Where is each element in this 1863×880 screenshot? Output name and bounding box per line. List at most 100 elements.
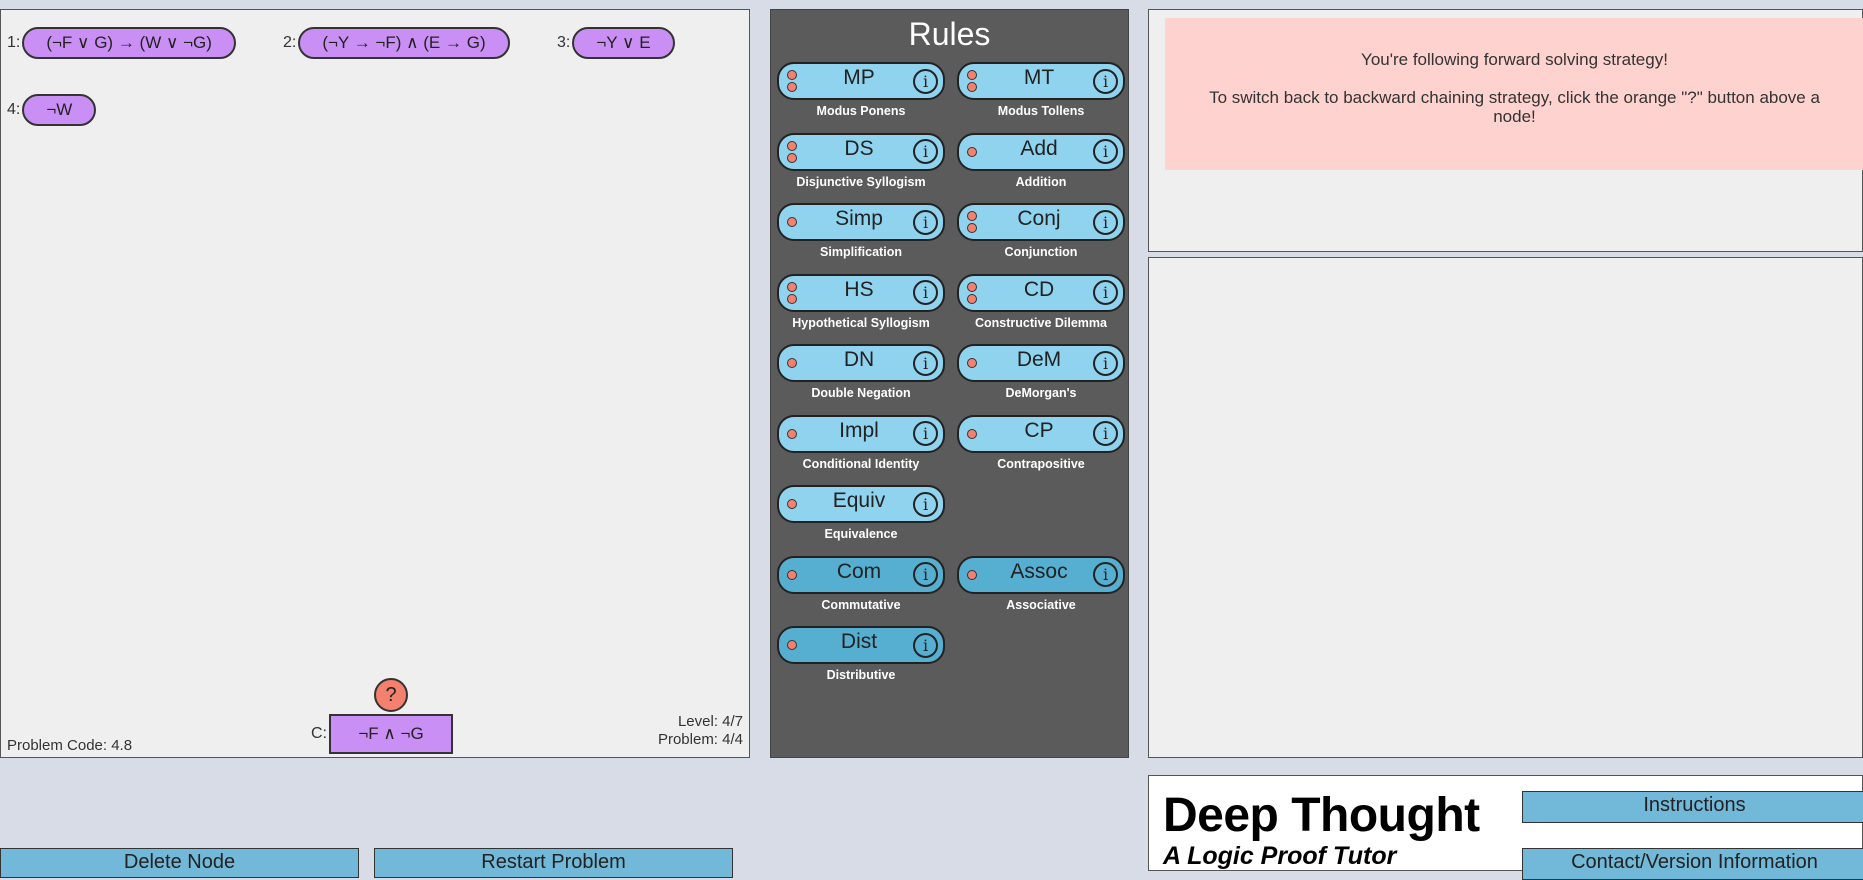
input-dot-icon <box>967 82 977 92</box>
info-icon[interactable]: i <box>913 209 938 235</box>
rule-input-dots <box>779 639 805 651</box>
rule-button[interactable]: Impl i <box>777 414 945 453</box>
info-icon[interactable]: i <box>913 350 938 376</box>
rule-abbreviation: MT <box>1023 66 1055 89</box>
premise-node-4[interactable]: 4: ¬W <box>7 94 97 126</box>
rule-abbreviation: HS <box>844 277 874 301</box>
rule-com[interactable]: Com i Commutative <box>777 555 945 612</box>
brand-title: Deep Thought <box>1163 789 1480 842</box>
rule-full-name: Constructive Dilemma <box>975 315 1107 330</box>
rule-button[interactable]: DeM i <box>957 344 1125 382</box>
input-dot-icon <box>787 640 797 650</box>
delete-node-button[interactable]: Delete Node <box>0 848 359 878</box>
help-question-button[interactable]: ? <box>374 678 408 712</box>
info-icon[interactable]: i <box>1093 562 1118 587</box>
input-dot-icon <box>787 82 797 92</box>
node-formula[interactable]: (¬Y → ¬F) ∧ (E → G) <box>298 27 510 59</box>
premise-node-3[interactable]: 3: ¬Y ∨ E <box>557 27 675 59</box>
proof-workspace[interactable]: 1: (¬F ∨ G) → (W ∨ ¬G) 2: (¬Y → ¬F) ∧ (E… <box>0 9 750 758</box>
rule-mp[interactable]: MP i Modus Ponens <box>777 62 945 118</box>
info-icon[interactable]: i <box>1093 350 1118 376</box>
rules-panel: Rules MP i Modus Ponens MT i Modus Tollens DS i… <box>770 9 1129 758</box>
message-line-2: To switch back to backward chaining stra… <box>1209 88 1820 126</box>
level-label: Level: 4/7 <box>677 713 743 730</box>
node-index: 2: <box>283 34 297 51</box>
rule-hs[interactable]: HS i Hypothetical Syllogism <box>777 273 945 330</box>
input-dot-icon <box>787 293 797 304</box>
message-line-1: You're following forward solving strateg… <box>1361 50 1668 69</box>
rule-button[interactable]: CP i <box>957 414 1125 453</box>
info-icon[interactable]: i <box>1093 139 1118 164</box>
rule-assoc[interactable]: Assoc i Associative <box>957 555 1125 612</box>
rule-button[interactable]: MP i <box>777 62 945 100</box>
info-icon[interactable]: i <box>1093 421 1118 446</box>
rule-button[interactable]: Assoc i <box>957 555 1125 594</box>
input-dot-icon <box>967 211 977 221</box>
premise-node-1[interactable]: 1: (¬F ∨ G) → (W ∨ ¬G) <box>7 27 236 59</box>
rule-conj[interactable]: Conj i Conjunction <box>957 203 1125 259</box>
rule-button[interactable]: Add i <box>957 132 1125 171</box>
rule-simp[interactable]: Simp i Simplification <box>777 203 945 259</box>
rule-button[interactable]: DS i <box>777 132 945 171</box>
input-dot-icon <box>967 146 977 157</box>
rule-cp[interactable]: CP i Contrapositive <box>957 414 1125 471</box>
rule-full-name: Modus Tollens <box>997 104 1085 118</box>
node-formula[interactable]: (¬F ∨ G) → (W ∨ ¬G) <box>22 27 236 59</box>
node-formula[interactable]: ¬Y ∨ E <box>572 27 675 59</box>
rule-button[interactable]: CD i <box>957 273 1125 312</box>
rule-full-name: Conditional Identity <box>802 456 920 471</box>
rule-button[interactable]: MT i <box>957 62 1125 100</box>
contact-version-button[interactable]: Contact/Version Information <box>1522 848 1863 880</box>
rule-dem[interactable]: DeM i DeMorgan's <box>957 344 1125 400</box>
rule-add[interactable]: Add i Addition <box>957 132 1125 189</box>
rule-button[interactable]: HS i <box>777 273 945 312</box>
problem-code: Problem Code: 4.8 <box>7 737 133 754</box>
rule-equiv[interactable]: Equiv i Equivalence <box>777 485 945 541</box>
rule-full-name: Equivalence <box>824 527 898 541</box>
message-panel: You're following forward solving strateg… <box>1148 9 1863 252</box>
premise-node-2[interactable]: 2: (¬Y → ¬F) ∧ (E → G) <box>283 27 510 59</box>
info-icon[interactable]: i <box>913 562 938 587</box>
rule-button[interactable]: Dist i <box>777 626 945 664</box>
rule-button[interactable]: Conj i <box>957 203 1125 241</box>
rule-abbreviation: CD <box>1023 277 1055 301</box>
info-icon[interactable]: i <box>913 280 938 305</box>
input-dot-icon <box>787 281 797 292</box>
rule-impl[interactable]: Impl i Conditional Identity <box>777 414 945 471</box>
rule-dist[interactable]: Dist i Distributive <box>777 626 945 682</box>
rule-button[interactable]: Equiv i <box>777 485 945 523</box>
input-dot-icon <box>787 569 797 580</box>
rule-abbreviation: MP <box>843 66 875 89</box>
info-icon[interactable]: i <box>1093 68 1118 94</box>
rule-input-dots <box>959 146 985 158</box>
input-dot-icon <box>787 217 797 227</box>
instructions-button[interactable]: Instructions <box>1522 791 1863 823</box>
rule-mt[interactable]: MT i Modus Tollens <box>957 62 1125 118</box>
rule-abbreviation: Assoc <box>1010 559 1068 583</box>
rule-abbreviation: Impl <box>839 418 879 442</box>
rule-button[interactable]: DN i <box>777 344 945 382</box>
rule-ds[interactable]: DS i Disjunctive Syllogism <box>777 132 945 189</box>
rule-input-dots <box>779 216 805 228</box>
input-dot-icon <box>787 358 797 368</box>
info-icon[interactable]: i <box>913 68 938 94</box>
info-icon[interactable]: i <box>1093 209 1118 235</box>
rule-button[interactable]: Simp i <box>777 203 945 241</box>
rule-dn[interactable]: DN i Double Negation <box>777 344 945 400</box>
conclusion-formula[interactable]: ¬F ∧ ¬G <box>329 714 453 754</box>
rule-full-name: Double Negation <box>811 386 911 400</box>
info-icon[interactable]: i <box>913 632 938 658</box>
conclusion-node[interactable]: C: ¬F ∧ ¬G <box>311 714 453 754</box>
rule-input-dots <box>779 357 805 369</box>
info-icon[interactable]: i <box>913 421 938 446</box>
info-icon[interactable]: i <box>1093 280 1118 305</box>
node-formula[interactable]: ¬W <box>22 94 97 126</box>
rule-cd[interactable]: CD i Constructive Dilemma <box>957 273 1125 330</box>
info-icon[interactable]: i <box>913 139 938 164</box>
rule-input-dots <box>779 569 805 581</box>
restart-problem-button[interactable]: Restart Problem <box>374 848 733 878</box>
rule-abbreviation: CP <box>1024 418 1054 442</box>
info-icon[interactable]: i <box>913 491 938 517</box>
rule-input-dots <box>779 498 805 510</box>
rule-button[interactable]: Com i <box>777 555 945 594</box>
